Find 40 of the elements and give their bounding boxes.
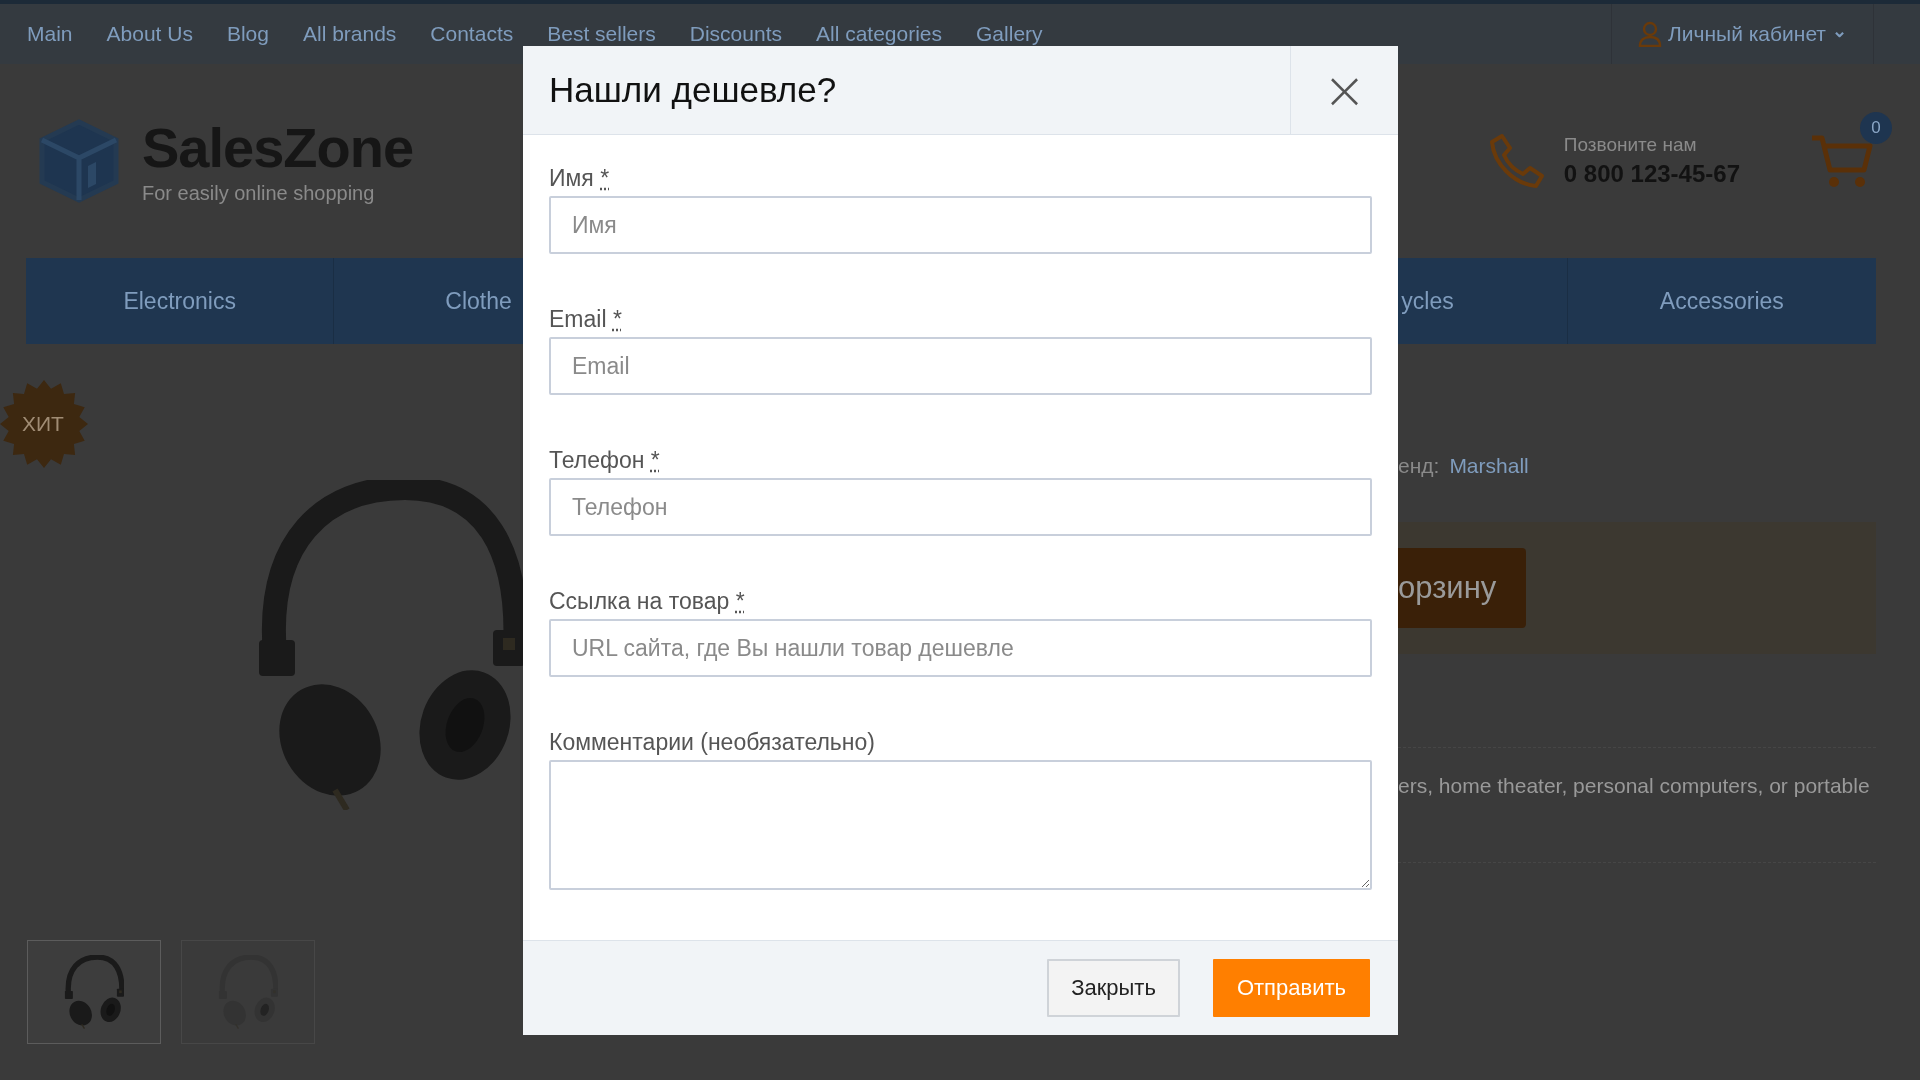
close-button[interactable]: × [1290,46,1398,134]
modal-title: Нашли дешевле? [548,70,837,110]
thumbnail[interactable] [27,940,161,1044]
field-label: Ссылка на товар * [549,587,745,616]
nav-link[interactable]: All brands [302,22,397,46]
comment-field[interactable] [549,760,1372,890]
cart-count-badge: 0 [1860,112,1892,144]
nav-link[interactable]: Main [27,22,73,46]
close-button[interactable]: Закрыть [1047,959,1180,1017]
nav-link[interactable]: Best sellers [547,22,656,46]
badge-label: ХИТ [22,412,64,436]
description-text: ers, home theater, personal computers, or portable [1398,774,1871,798]
brand-label: енд: [1398,454,1440,478]
brand-link[interactable]: Marshall [1449,454,1529,478]
input-field[interactable]: Телефон [549,478,1372,536]
submit-button[interactable]: Отправить [1212,959,1370,1017]
field-label: Имя * [549,164,610,193]
thumbnail[interactable] [181,940,315,1044]
input-field[interactable]: Email [549,337,1372,395]
nav-link[interactable]: Contacts [430,22,514,46]
add-to-cart-button[interactable]: орзину [1398,548,1526,628]
user-icon [1638,21,1662,47]
account-link[interactable]: Личный кабинет ⌄ [1611,4,1874,64]
nav-link[interactable]: All categories [815,22,943,46]
nav-link[interactable]: About Us [106,22,193,46]
category-link[interactable]: Electronics [123,287,236,315]
nav-link[interactable]: Blog [226,22,269,46]
input-field[interactable]: Имя [549,196,1372,254]
phone-icon [1487,132,1546,190]
field-label: Телефон * [549,446,660,475]
phone-caption: Позвоните нам [1563,134,1698,156]
field-label: Email * [549,305,622,334]
nav-link[interactable]: Gallery [976,22,1043,46]
category-link[interactable]: Accessories [1659,287,1784,315]
logo-tagline: For easily online shopping [142,181,376,205]
category-link[interactable]: ycles [1401,287,1454,315]
nav-link[interactable]: Discounts [689,22,782,46]
category-link[interactable]: Clothe [445,287,512,315]
input-field[interactable]: URL сайта, где Вы нашли товар дешевле [549,619,1372,677]
field-label: Комментарии (необязательно) [549,728,875,757]
